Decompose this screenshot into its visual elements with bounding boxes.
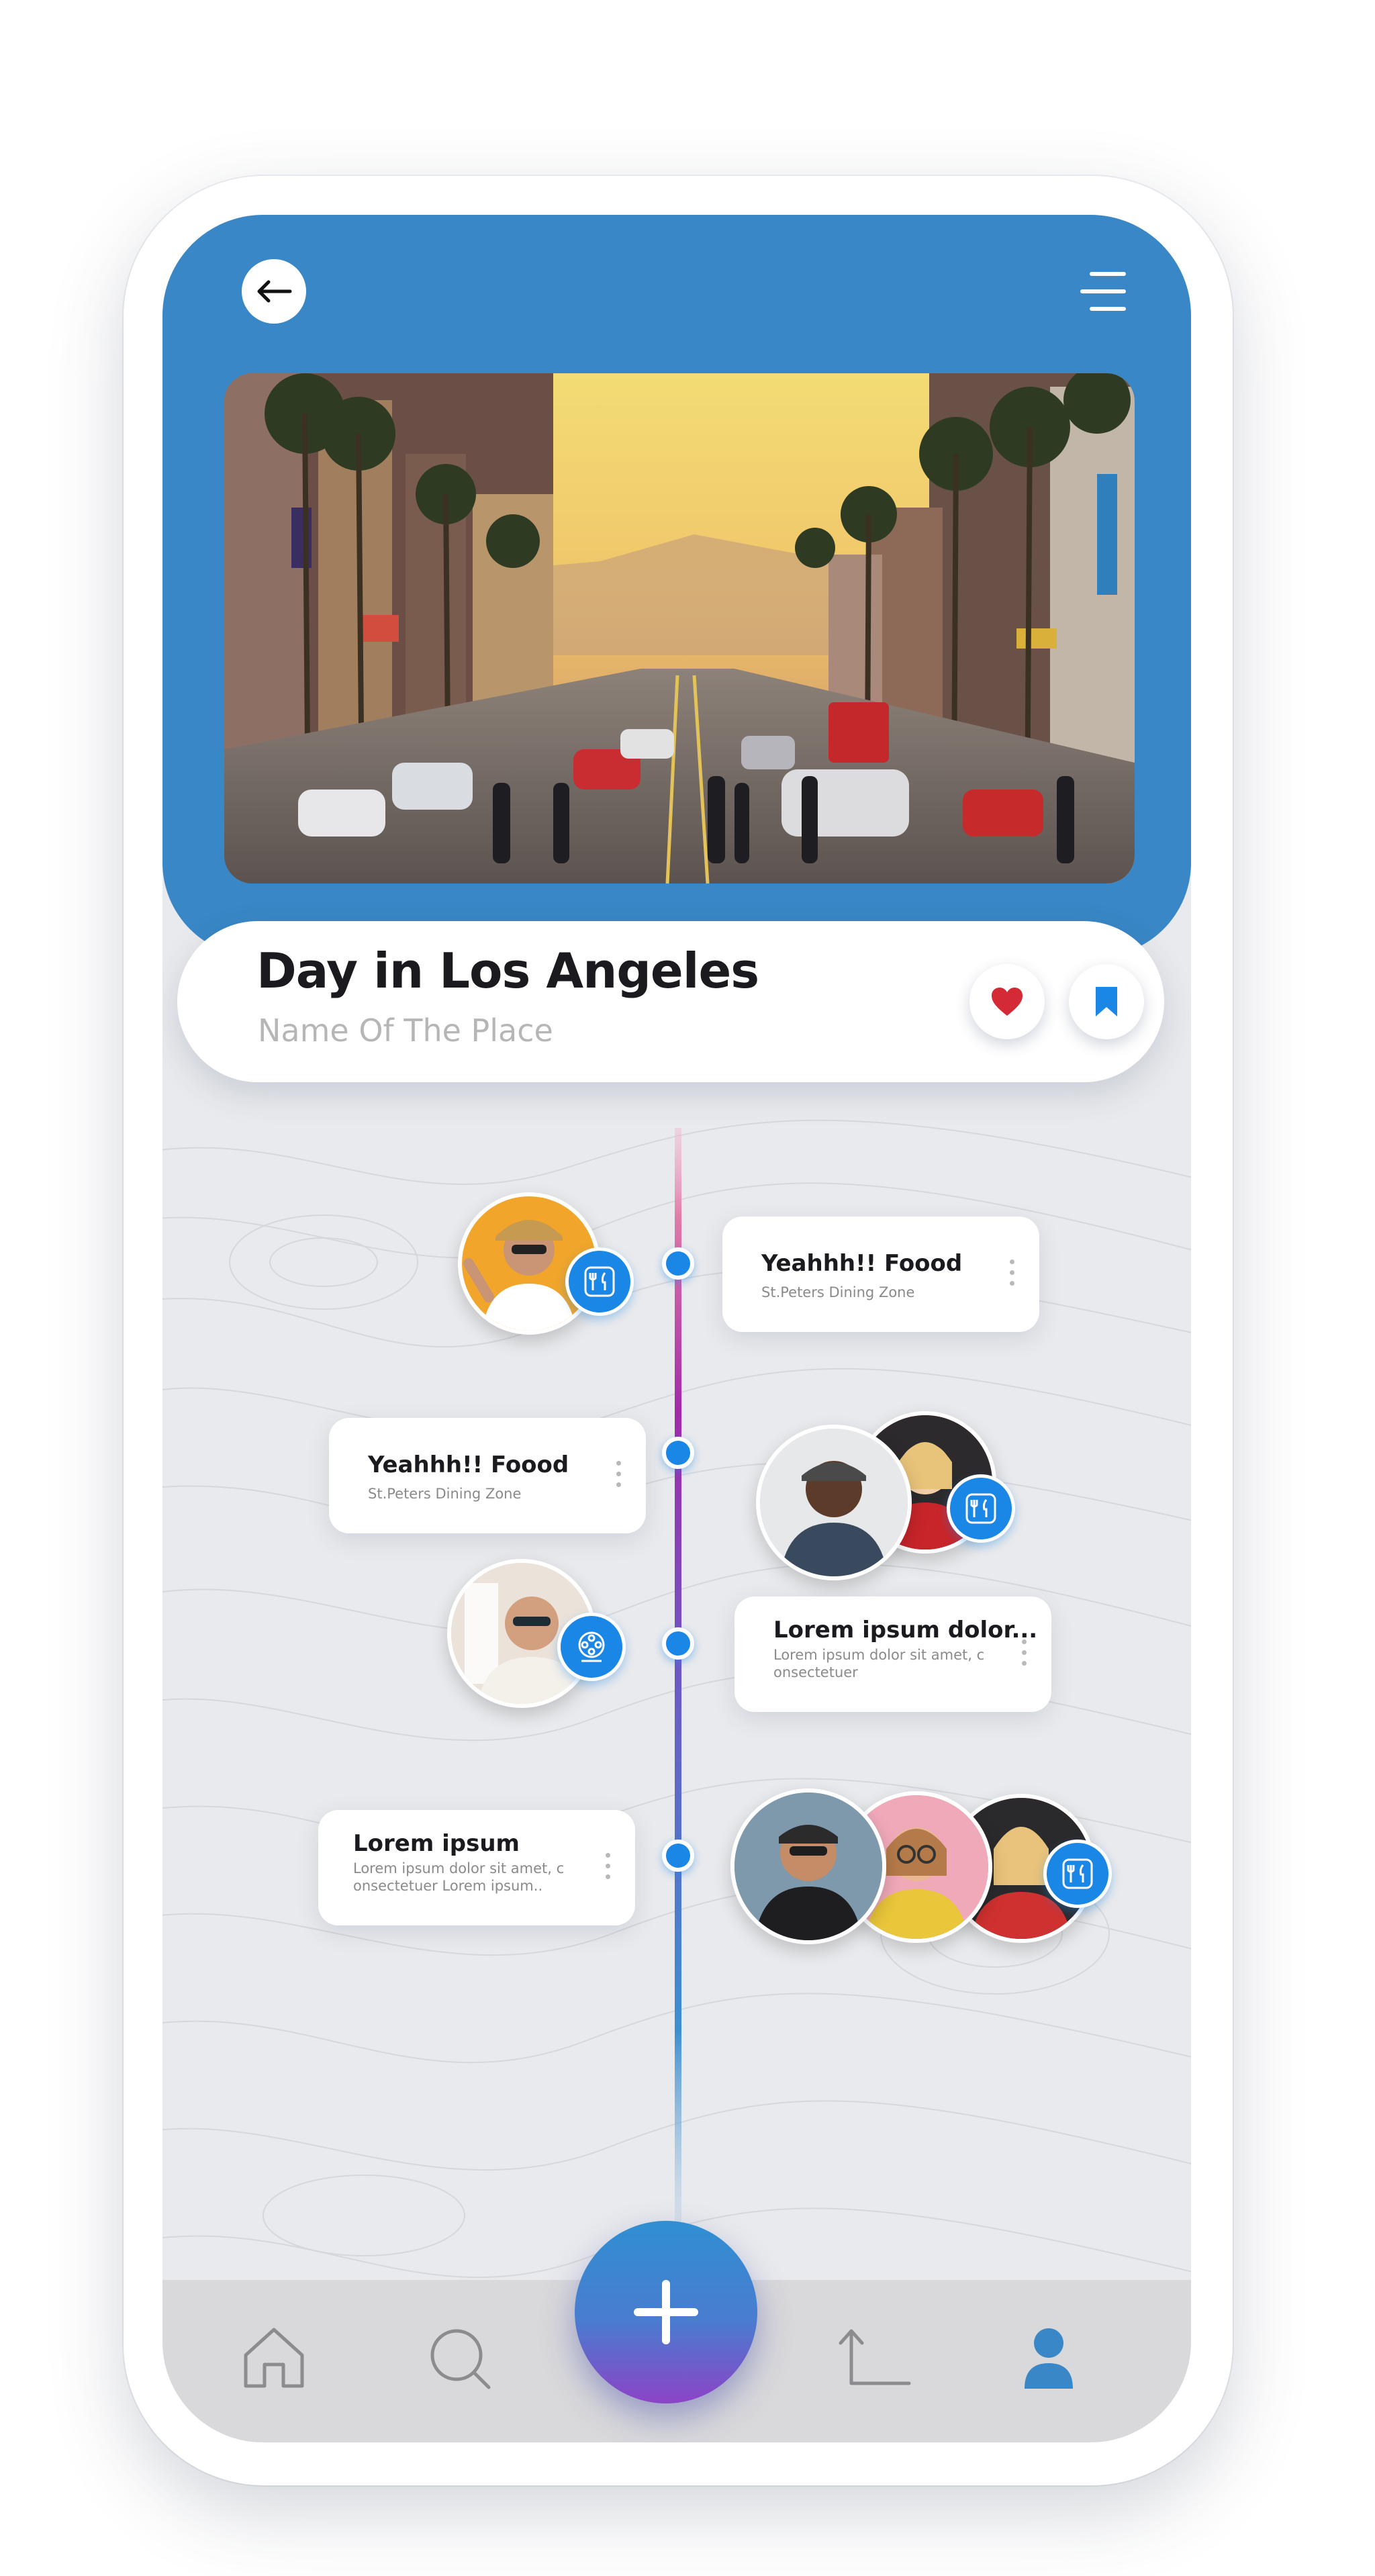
dining-badge [565, 1247, 634, 1316]
timeline-node[interactable] [662, 1247, 694, 1280]
card-title: Lorem ipsum [353, 1830, 520, 1857]
app-screen: Day in Los Angeles Name Of The Place Yea… [162, 215, 1191, 2442]
dining-icon [1062, 1858, 1093, 1889]
timeline-card[interactable]: Yeahhh!! Foood St.Peters Dining Zone [722, 1217, 1039, 1332]
bookmark-button[interactable] [1069, 964, 1144, 1039]
more-options-icon[interactable] [1010, 1259, 1016, 1292]
card-subtitle: St.Peters Dining Zone [761, 1284, 915, 1300]
avatar[interactable] [756, 1425, 912, 1580]
place-title-card: Day in Los Angeles Name Of The Place [177, 921, 1164, 1082]
card-subtitle: Lorem ipsum dolor sit amet, c onsectetue… [353, 1860, 565, 1894]
nav-profile[interactable] [1023, 2327, 1074, 2391]
dining-icon [965, 1493, 996, 1524]
more-options-icon[interactable] [1022, 1639, 1029, 1672]
nav-route[interactable] [834, 2323, 914, 2393]
home-icon [244, 2328, 304, 2388]
film-badge [557, 1613, 626, 1681]
timeline-node[interactable] [662, 1627, 694, 1660]
card-title: Yeahhh!! Foood [368, 1451, 569, 1478]
route-icon [839, 2329, 911, 2385]
dining-badge [1043, 1840, 1112, 1908]
person-photo [760, 1429, 908, 1576]
arrow-left-icon [257, 280, 292, 303]
hero-image [224, 373, 1135, 884]
back-button[interactable] [242, 259, 306, 324]
search-icon [430, 2329, 491, 2389]
timeline-node[interactable] [662, 1840, 694, 1872]
like-button[interactable] [969, 964, 1045, 1039]
menu-button[interactable] [1080, 270, 1127, 313]
dining-icon [584, 1266, 615, 1297]
more-options-icon[interactable] [616, 1461, 623, 1493]
header-panel [162, 215, 1191, 957]
person-photo [734, 1793, 882, 1940]
film-reel-icon [578, 1631, 605, 1662]
place-subtitle: Name Of The Place [258, 1012, 553, 1049]
timeline-card[interactable]: Yeahhh!! Foood St.Peters Dining Zone [329, 1418, 646, 1533]
card-subtitle: St.Peters Dining Zone [368, 1486, 522, 1502]
card-title: Yeahhh!! Foood [761, 1250, 963, 1277]
dining-badge [947, 1474, 1015, 1543]
heart-icon [992, 988, 1023, 1016]
nav-search[interactable] [428, 2327, 493, 2394]
timeline-card[interactable]: Lorem ipsum dolor... Lorem ipsum dolor s… [734, 1596, 1051, 1712]
card-title: Lorem ipsum dolor... [773, 1617, 1038, 1643]
city-street-illustration [224, 373, 1135, 884]
timeline-node[interactable] [662, 1437, 694, 1469]
add-button[interactable] [575, 2221, 757, 2403]
card-subtitle: Lorem ipsum dolor sit amet, c onsectetue… [773, 1647, 985, 1680]
bookmark-icon [1096, 987, 1117, 1016]
more-options-icon[interactable] [606, 1853, 612, 1885]
plus-icon [634, 2280, 698, 2344]
menu-icon [1080, 272, 1126, 311]
nav-home[interactable] [240, 2326, 307, 2393]
profile-icon [1025, 2328, 1073, 2389]
timeline-card[interactable]: Lorem ipsum Lorem ipsum dolor sit amet, … [318, 1810, 635, 1925]
avatar[interactable] [730, 1788, 886, 1944]
page-title: Day in Los Angeles [256, 943, 759, 999]
